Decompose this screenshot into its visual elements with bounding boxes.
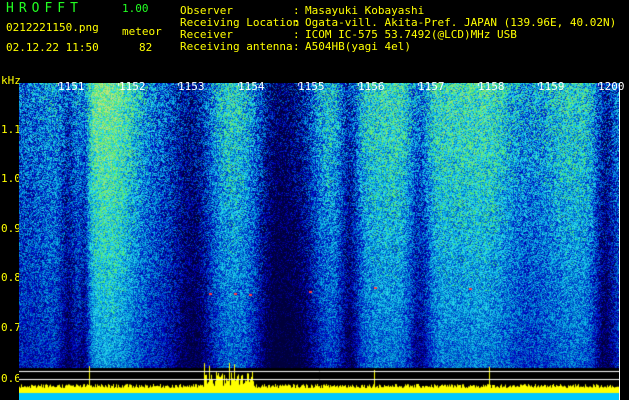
time-tick-label: 1153	[178, 80, 205, 93]
y-tick-label: 1.0	[1, 172, 21, 185]
antenna-colon: :	[293, 40, 300, 53]
antenna-value: A504HB(yagi 4el)	[305, 40, 411, 53]
spectrogram-canvas	[19, 83, 620, 400]
y-axis-unit: kHz	[1, 74, 21, 87]
time-tick-label: 1159	[538, 80, 565, 93]
time-tick-label: 1152	[119, 80, 146, 93]
y-tick-label: 1.1	[1, 123, 21, 136]
time-tick-label: 1157	[418, 80, 445, 93]
spectrogram-border	[619, 83, 620, 400]
time-tick-label: 1155	[298, 80, 325, 93]
y-tick-label: 0.8	[1, 271, 21, 284]
app-version: 1.00	[122, 2, 149, 15]
time-tick-label: 1156	[358, 80, 385, 93]
time-tick-label: 1154	[238, 80, 265, 93]
app-name: HROFFT	[6, 1, 83, 16]
y-tick-label: 0.9	[1, 222, 21, 235]
time-tick-label: 1200	[598, 80, 625, 93]
capture-datetime: 02.12.22 11:50	[6, 41, 99, 54]
y-tick-label: 0.6	[1, 372, 21, 385]
meteor-count: 82	[139, 41, 153, 54]
file-name: 0212221150.png	[6, 21, 99, 34]
mode-label: meteor	[122, 25, 162, 38]
antenna-label: Receiving antenna	[180, 40, 293, 53]
time-tick-label: 1158	[478, 80, 505, 93]
y-tick-label: 0.7	[1, 321, 21, 334]
time-tick-label: 1151	[58, 80, 85, 93]
